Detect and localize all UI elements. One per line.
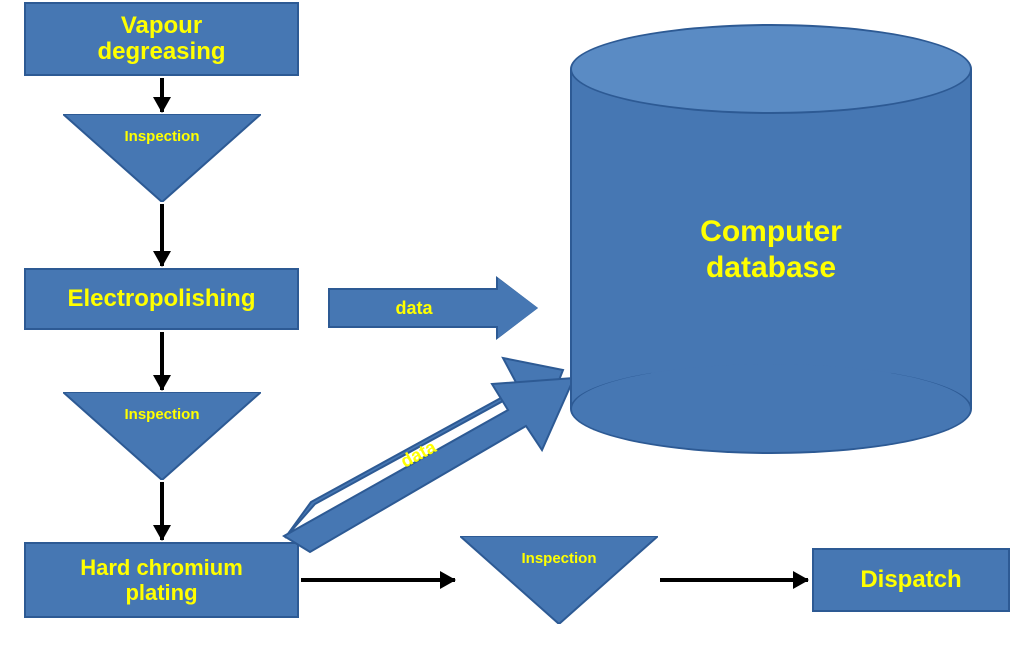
arrow-inspection3-to-dispatch: [660, 578, 808, 582]
arrow-inspection1-to-electropolishing: [160, 204, 164, 266]
inspection-triangle-2: Inspection: [63, 392, 261, 480]
arrow-hardchromium-to-inspection3: [301, 578, 455, 582]
inspection-label: Inspection: [63, 128, 261, 145]
process-label: Hard chromiumplating: [80, 555, 243, 606]
arrow-vapour-to-inspection1: [160, 78, 164, 112]
arrow-inspection2-to-hardchromium: [160, 482, 164, 540]
database-cylinder: Computerdatabase: [570, 24, 972, 454]
data-arrow-label: data: [395, 298, 432, 319]
inspection-label: Inspection: [460, 550, 658, 567]
process-box-dispatch: Dispatch: [812, 548, 1010, 612]
data-arrow-electropolishing: data: [328, 278, 538, 338]
process-label: Dispatch: [860, 566, 961, 594]
process-label: Electropolishing: [67, 285, 255, 313]
inspection-triangle-1: Inspection: [63, 114, 261, 202]
process-box-hard-chromium-plating: Hard chromiumplating: [24, 542, 299, 618]
process-label: Vapourdegreasing: [97, 13, 225, 66]
process-box-electropolishing: Electropolishing: [24, 268, 299, 330]
process-box-vapour-degreasing: Vapourdegreasing: [24, 2, 299, 76]
arrow-electropolishing-to-inspection2: [160, 332, 164, 390]
inspection-label: Inspection: [63, 406, 261, 423]
database-label: Computerdatabase: [700, 215, 842, 284]
